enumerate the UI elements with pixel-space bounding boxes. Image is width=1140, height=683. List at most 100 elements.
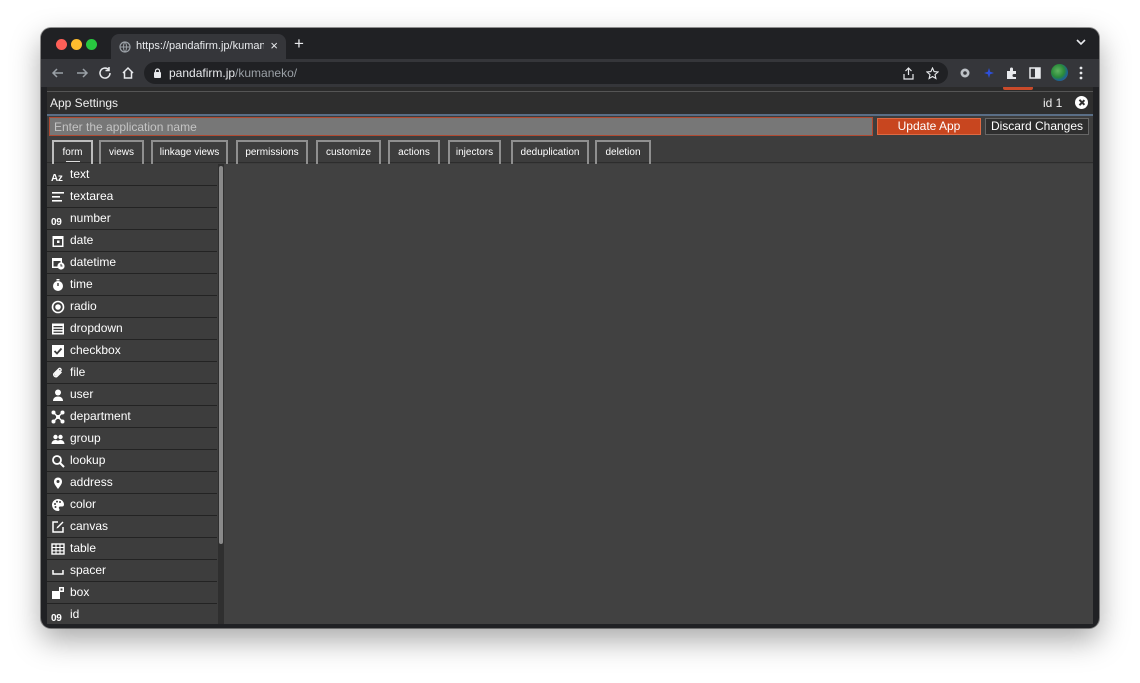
address-bar[interactable]: pandafirm.jp/kumaneko/ [144,62,948,84]
user-icon [51,388,65,402]
tab-customize[interactable]: customize [316,140,381,166]
extensions-puzzle-icon[interactable] [1005,66,1019,80]
map-pin-icon [51,476,65,490]
field-label: box [70,585,90,599]
tab-close-icon[interactable]: × [270,38,278,54]
tab-form[interactable]: form [52,140,93,166]
browser-tab[interactable]: https://pandafirm.jp/kumaneko/ × [111,34,286,60]
share-icon[interactable] [902,67,915,80]
settings-gear-icon[interactable] [958,66,972,80]
tab-views[interactable]: views [99,140,144,166]
field-item-id[interactable]: 09 id [47,604,217,624]
field-label: date [70,233,94,247]
stopwatch-icon [51,278,65,292]
underlying-accent-bar [1003,87,1033,90]
field-label: spacer [70,563,107,577]
field-item-radio[interactable]: radio [47,296,217,318]
textarea-lines-icon [51,190,65,204]
tab-linkage-views[interactable]: linkage views [151,140,228,166]
field-item-checkbox[interactable]: checkbox [47,340,217,362]
field-item-lookup[interactable]: lookup [47,450,217,472]
field-item-canvas[interactable]: canvas [47,516,217,538]
field-item-department[interactable]: department [47,406,217,428]
tab-permissions[interactable]: permissions [236,140,308,166]
url-path: /kumaneko/ [235,66,298,80]
reload-icon[interactable] [97,65,113,81]
discard-changes-button[interactable]: Discard Changes [985,118,1089,135]
dialog-title: App Settings [50,96,119,110]
browser-toolbar: pandafirm.jp/kumaneko/ [41,59,1099,87]
palette-icon [51,498,65,512]
spacer-icon [51,564,65,578]
tab-title: https://pandafirm.jp/kumaneko/ [136,40,264,52]
field-label: dropdown [70,321,123,335]
field-label: color [70,497,97,511]
field-item-number[interactable]: 09 number [47,208,217,230]
tab-deletion[interactable]: deletion [595,140,651,166]
field-item-date[interactable]: date [47,230,217,252]
id-09-icon: 09 [51,608,65,624]
tab-deduplication[interactable]: deduplication [511,140,589,166]
field-item-color[interactable]: color [47,494,217,516]
field-label: datetime [70,255,117,269]
globe-icon [119,41,131,53]
maximize-window-button[interactable] [86,39,97,50]
extension-sparkle-icon[interactable] [982,66,996,80]
form-canvas-area[interactable] [224,164,1093,624]
chevron-down-icon[interactable] [1075,36,1087,48]
field-label: time [70,277,93,291]
forward-arrow-icon[interactable] [74,65,90,81]
field-label: number [70,211,111,225]
app-id-label: id 1 [1043,96,1063,110]
lock-icon [154,68,161,78]
edit-canvas-icon [51,520,65,534]
more-menu-icon[interactable] [1078,65,1084,81]
field-item-datetime[interactable]: datetime [47,252,217,274]
number-09-icon: 09 [51,212,65,228]
scrollbar-thumb[interactable] [219,166,223,544]
calendar-icon [51,234,65,248]
url-text: pandafirm.jp/kumaneko/ [169,66,297,80]
app-settings-header: App Settings id 1 [47,92,1093,114]
update-app-button[interactable]: Update App [877,118,981,135]
box-icon [51,586,65,600]
field-palette: Az text textarea 09 number date datetime [47,164,218,624]
field-item-text[interactable]: Az text [47,164,217,186]
tab-actions[interactable]: actions [388,140,440,166]
field-label: textarea [70,189,114,203]
text-az-icon: Az [51,168,65,184]
tab-form-label: form [62,147,83,158]
field-item-textarea[interactable]: textarea [47,186,217,208]
field-label: canvas [70,519,109,533]
home-icon[interactable] [120,65,136,81]
minimize-window-button[interactable] [71,39,82,50]
profile-avatar[interactable] [1051,64,1068,81]
text-az-glyph: Az [51,173,63,184]
table-grid-icon [51,542,65,556]
side-panel-icon[interactable] [1028,66,1042,80]
tab-injectors[interactable]: injectors [448,140,501,166]
page-content: App Settings id 1 Update App Discard Cha… [47,87,1093,624]
field-item-file[interactable]: file [47,362,217,384]
checkbox-icon [51,344,65,358]
field-label: address [70,475,113,489]
close-window-button[interactable] [56,39,67,50]
settings-tabs: form views linkage views permissions cus… [47,137,1093,166]
magnifier-icon [51,454,65,468]
field-item-dropdown[interactable]: dropdown [47,318,217,340]
app-name-input[interactable] [49,117,873,136]
field-item-table[interactable]: table [47,538,217,560]
field-item-address[interactable]: address [47,472,217,494]
field-label: radio [70,299,97,313]
close-dialog-icon[interactable] [1075,96,1088,109]
field-item-spacer[interactable]: spacer [47,560,217,582]
back-arrow-icon[interactable] [50,65,66,81]
new-tab-button[interactable]: + [294,35,304,53]
field-item-group[interactable]: group [47,428,217,450]
field-item-time[interactable]: time [47,274,217,296]
id-09-glyph: 09 [51,613,62,624]
field-item-box[interactable]: box [47,582,217,604]
bookmark-star-icon[interactable] [926,67,939,80]
field-label: text [70,167,90,181]
field-item-user[interactable]: user [47,384,217,406]
